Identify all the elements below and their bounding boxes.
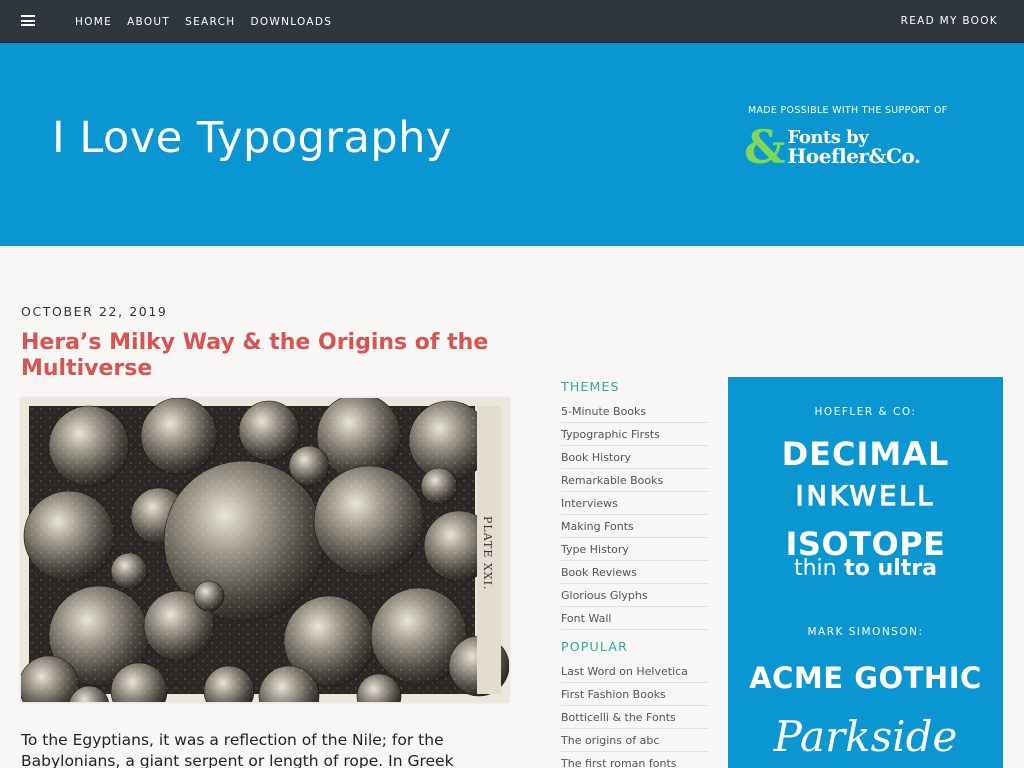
site-banner: I Love Typography MADE POSSIBLE WITH THE…: [0, 43, 1024, 246]
theme-link[interactable]: Book Reviews: [561, 561, 708, 584]
post-title[interactable]: Hera’s Milky Way & the Origins of the Mu…: [21, 330, 491, 382]
theme-link[interactable]: Font Wall: [561, 607, 708, 630]
site-title[interactable]: I Love Typography: [52, 113, 452, 163]
sponsor-line-2: Hoefler&Co.: [787, 144, 921, 168]
top-nav: HOME ABOUT SEARCH DOWNLOADS READ MY BOOK: [0, 0, 1024, 43]
popular-link[interactable]: Last Word on Helvetica: [561, 660, 708, 683]
themes-list: 5-Minute Books Typographic Firsts Book H…: [561, 400, 708, 630]
theme-link[interactable]: Glorious Glyphs: [561, 584, 708, 607]
ad-label-simonson: MARK SIMONSON:: [807, 626, 924, 638]
nav-downloads-link[interactable]: DOWNLOADS: [250, 16, 332, 28]
nav-links: HOME ABOUT SEARCH DOWNLOADS: [75, 0, 332, 43]
plate-label: PLATE XXI.: [481, 516, 494, 590]
ad-font-decimal: DECIMAL: [781, 435, 950, 473]
theme-link[interactable]: Type History: [561, 538, 708, 561]
theme-link[interactable]: Remarkable Books: [561, 469, 708, 492]
themes-heading: THEMES: [561, 379, 620, 394]
popular-list: Last Word on Helvetica First Fashion Boo…: [561, 660, 708, 768]
isotope-thin: thin: [793, 556, 837, 581]
popular-link[interactable]: Botticelli & the Fonts: [561, 706, 708, 729]
hero-image[interactable]: PLATE XXI.: [21, 398, 509, 702]
read-my-book-link[interactable]: READ MY BOOK: [901, 0, 998, 43]
popular-heading: POPULAR: [561, 639, 628, 654]
font-ad-panel[interactable]: HOEFLER & CO: DECIMAL INKWELL ISOTOPE th…: [728, 377, 1003, 768]
support-label: MADE POSSIBLE WITH THE SUPPORT OF: [748, 105, 948, 116]
ad-font-parkside: Parkside: [773, 712, 958, 761]
post-excerpt: To the Egyptians, it was a reflection of…: [21, 731, 454, 768]
ad-font-acme-gothic: ACME GOTHIC: [749, 661, 982, 695]
sponsor-logo[interactable]: & Fonts by Hoefler&Co.: [744, 120, 921, 174]
post-date: OCTOBER 22, 2019: [21, 304, 168, 319]
theme-link[interactable]: Making Fonts: [561, 515, 708, 538]
isotope-ultra: ultra: [877, 556, 938, 581]
theme-link[interactable]: Typographic Firsts: [561, 423, 708, 446]
theme-link[interactable]: 5-Minute Books: [561, 400, 708, 423]
theme-link[interactable]: Interviews: [561, 492, 708, 515]
multiverse-illustration: PLATE XXI.: [21, 398, 509, 702]
popular-link[interactable]: First Fashion Books: [561, 683, 708, 706]
sponsor-wordmark: Fonts by Hoefler&Co.: [788, 128, 921, 166]
ad-font-inkwell: INKWELL: [795, 480, 936, 512]
ad-font-isotope-weights: thin to ultra: [728, 556, 1003, 582]
nav-search-link[interactable]: SEARCH: [185, 16, 235, 28]
ad-label-hoefler: HOEFLER & CO:: [814, 406, 917, 418]
isotope-to: to: [844, 556, 870, 581]
nav-home-link[interactable]: HOME: [75, 16, 112, 28]
nav-about-link[interactable]: ABOUT: [127, 16, 170, 28]
theme-link[interactable]: Book History: [561, 446, 708, 469]
popular-link[interactable]: The first roman fonts: [561, 752, 708, 768]
ampersand-logo-icon: &: [744, 120, 786, 174]
hamburger-menu-icon[interactable]: [21, 15, 35, 26]
popular-link[interactable]: The origins of abc: [561, 729, 708, 752]
